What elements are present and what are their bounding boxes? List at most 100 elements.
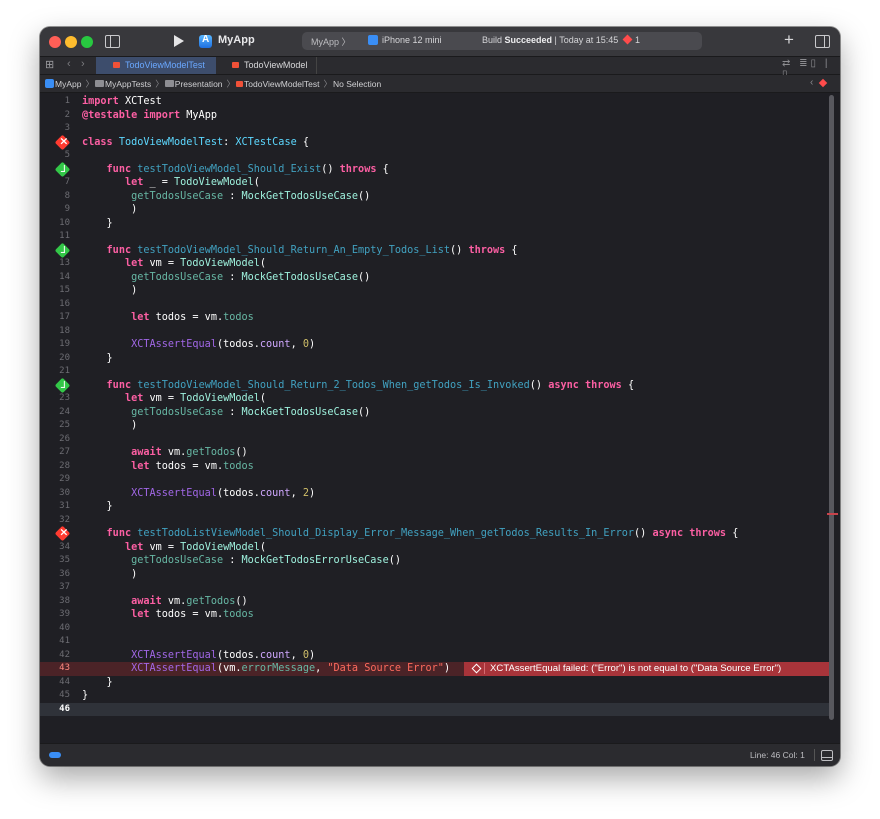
code-line: 32 xyxy=(59,514,70,525)
minimize-window-button[interactable] xyxy=(65,36,77,48)
code-line: 3 xyxy=(64,123,70,133)
inspector-toggle-icon[interactable] xyxy=(815,35,830,48)
breadcrumb-project[interactable]: MyApp xyxy=(45,79,82,89)
test-passed-icon[interactable] xyxy=(54,161,71,177)
debug-panel-toggle-icon[interactable] xyxy=(821,750,833,761)
code-line-error: 43 XCTAssertEqual(vm.errorMessage, "Data… xyxy=(40,662,830,676)
code-line: 7 let _ = TodoViewModel( xyxy=(64,177,260,188)
code-line: 25 ) xyxy=(59,420,138,431)
build-status: Build Succeeded | Today at 15:45 xyxy=(482,35,618,45)
device-icon xyxy=(368,35,378,45)
app-name[interactable]: MyApp xyxy=(218,34,255,46)
code-line: 30 XCTAssertEqual(todos.count, 2) xyxy=(59,487,316,499)
tab-label: TodoViewModel xyxy=(244,60,308,70)
test-failed-icon[interactable] xyxy=(54,525,71,542)
error-badge-icon[interactable] xyxy=(622,34,633,45)
app-icon xyxy=(199,34,212,48)
code-line: 28 let todos = vm.todos xyxy=(59,460,254,472)
debug-area-toggle[interactable] xyxy=(49,752,61,758)
code-line: 31 } xyxy=(59,501,113,512)
breadcrumb-folder-mytests[interactable]: MyAppTests xyxy=(94,79,152,89)
code-line: 44 } xyxy=(59,676,113,688)
test-passed-icon[interactable] xyxy=(54,377,71,393)
code-line: 20 } xyxy=(59,352,113,364)
code-line: 41 xyxy=(59,636,70,646)
library-plus-icon[interactable]: + xyxy=(784,30,794,50)
xcode-window: MyApp MyApp 〉 iPhone 12 mini Build Succe… xyxy=(40,27,840,766)
code-line: 16 xyxy=(59,298,70,309)
code-line: 13 let vm = TodoViewModel( xyxy=(59,258,267,269)
error-badge-count[interactable]: 1 xyxy=(635,35,640,45)
folder-icon xyxy=(164,80,174,87)
breadcrumb-separator-icon: 〉 xyxy=(155,79,164,89)
code-line: 35 getTodosUseCase : MockGetTodosErrorUs… xyxy=(59,555,401,566)
code-line: 9 ) xyxy=(64,204,138,215)
code-line: 45} xyxy=(59,690,89,701)
code-line: 5 xyxy=(64,150,70,160)
build-time: | Today at 15:45 xyxy=(552,35,619,45)
forward-chevron-icon[interactable]: › xyxy=(81,58,85,70)
run-button-icon[interactable] xyxy=(174,35,184,47)
code-line: 15 ) xyxy=(59,285,138,296)
code-line: 23 let vm = TodoViewModel( xyxy=(59,393,267,404)
swift-file-icon xyxy=(236,81,244,87)
scrollbar-error-marker xyxy=(827,513,838,515)
breadcrumb-folder-label: Presentation xyxy=(174,79,223,89)
scheme-target[interactable]: MyApp 〉 xyxy=(311,35,351,48)
code-line: 24 getTodosUseCase : MockGetTodosUseCase… xyxy=(59,406,371,418)
swift-file-icon xyxy=(232,62,239,68)
code-line: 39 let todos = vm.todos xyxy=(59,609,254,620)
breadcrumb-project-label: MyApp xyxy=(55,79,82,89)
device-selector[interactable]: iPhone 12 mini xyxy=(382,35,442,45)
toolbar: MyApp MyApp 〉 iPhone 12 mini Build Succe… xyxy=(40,27,840,57)
code-line: class TodoViewModelTest: XCTestCase { xyxy=(40,134,830,150)
code-line: 10 } xyxy=(59,217,113,229)
code-line: 8 getTodosUseCase : MockGetTodosUseCase(… xyxy=(64,190,371,202)
breadcrumb: MyApp 〉 MyAppTests 〉 Presentation 〉 TodoViewMo… xyxy=(45,78,382,90)
inline-error-banner[interactable]: XCTAssertEqual failed: ("Error") is not … xyxy=(464,662,830,676)
swift-file-icon xyxy=(113,62,120,68)
code-editor[interactable]: 1 import XCTest 2 @testable import MyApp 3… xyxy=(40,93,840,742)
code-line: 34 let vm = TodoViewModel( xyxy=(59,541,267,553)
breadcrumb-file[interactable]: TodoViewModelTest xyxy=(236,79,320,89)
build-prefix: Build xyxy=(482,35,505,45)
tab-bar: ⊞ ‹ › TodoViewModelTest TodoViewModel ⇄ … xyxy=(40,57,840,80)
code-line: func testTodoViewModel_Should_Return_2_T… xyxy=(40,377,830,393)
cursor-position: Line: 46 Col: 1 xyxy=(750,750,805,760)
code-line: func testTodoListViewModel_Should_Displa… xyxy=(40,525,830,542)
code-line: 2 @testable import MyApp xyxy=(64,109,217,121)
tab-todoviewmodeltest[interactable]: TodoViewModelTest xyxy=(96,57,216,74)
activity-view: MyApp 〉 iPhone 12 mini Build Succeeded |… xyxy=(302,32,702,50)
build-result: Succeeded xyxy=(504,35,553,45)
back-chevron-icon[interactable]: ‹ xyxy=(67,58,71,70)
code-line: 27 await vm.getTodos() xyxy=(59,447,248,458)
divider xyxy=(814,749,815,761)
code-line: 1 import XCTest xyxy=(64,96,162,107)
code-line: func testTodoViewModel_Should_Exist() th… xyxy=(40,161,830,177)
related-items-grid-icon[interactable]: ⊞ xyxy=(45,58,54,71)
divider xyxy=(484,663,485,674)
test-failed-icon[interactable] xyxy=(54,134,71,150)
vertical-scrollbar[interactable] xyxy=(829,95,834,720)
code-line: 38 await vm.getTodos() xyxy=(59,595,248,607)
test-passed-icon[interactable] xyxy=(54,242,71,258)
code-line: 37 xyxy=(59,582,70,592)
code-line: 17 let todos = vm.todos xyxy=(59,312,254,323)
breadcrumb-folder-presentation[interactable]: Presentation xyxy=(164,79,224,89)
breadcrumb-symbol[interactable]: No Selection xyxy=(333,79,381,89)
close-window-button[interactable] xyxy=(49,36,61,48)
breadcrumb-separator-icon: 〉 xyxy=(323,79,333,89)
zoom-window-button[interactable] xyxy=(81,36,93,48)
breadcrumb-separator-icon: 〉 xyxy=(226,79,236,89)
code-line: 26 xyxy=(59,433,70,444)
breadcrumb-separator-icon: 〉 xyxy=(85,79,94,89)
tab-todoviewmodel[interactable]: TodoViewModel xyxy=(218,57,317,74)
navigator-toggle-icon[interactable] xyxy=(105,35,120,48)
status-bar: Line: 46 Col: 1 xyxy=(40,743,840,766)
breadcrumb-folder-label: MyAppTests xyxy=(104,79,152,89)
breadcrumb-file-label: TodoViewModelTest xyxy=(244,79,320,89)
code-line: 40 xyxy=(59,622,70,633)
code-line: 21 xyxy=(59,366,70,376)
code-line: 36 ) xyxy=(59,568,138,580)
tab-label: TodoViewModelTest xyxy=(125,60,205,70)
